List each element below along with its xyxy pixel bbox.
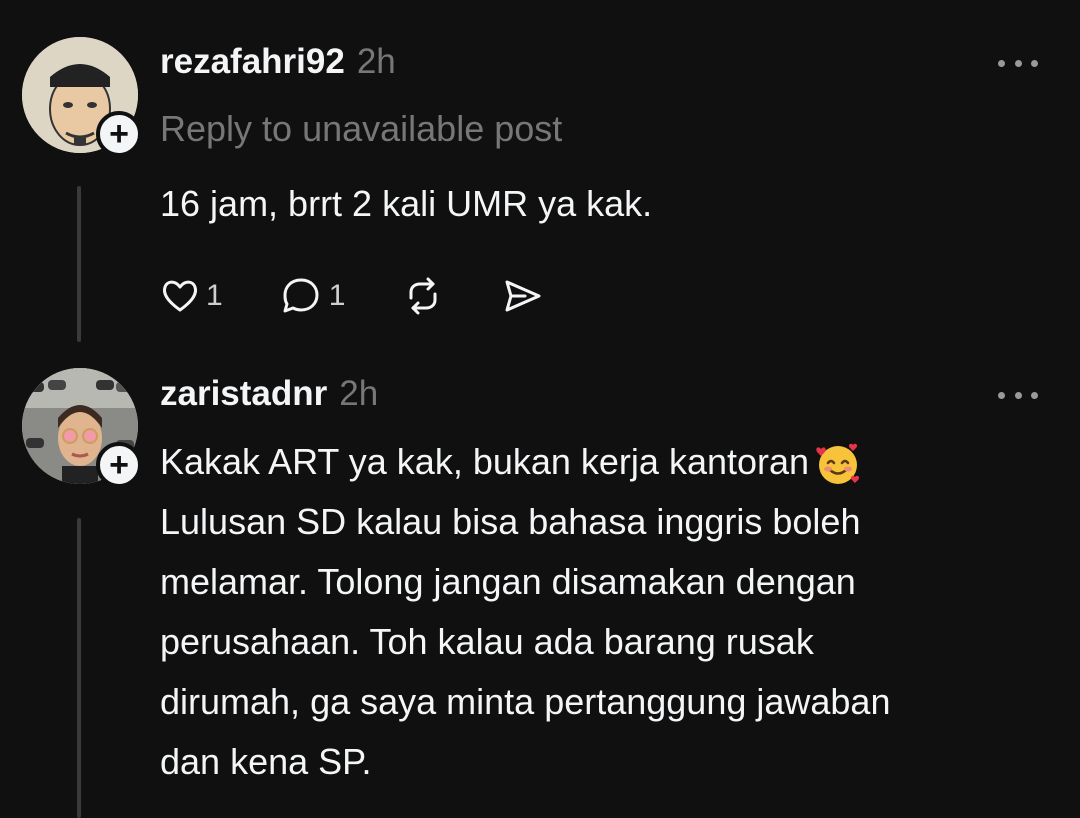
more-options-icon[interactable] (998, 388, 1038, 402)
repost-button[interactable] (401, 274, 445, 318)
avatar[interactable]: + (22, 368, 142, 488)
follow-plus-icon[interactable]: + (96, 442, 142, 488)
like-count: 1 (206, 279, 223, 312)
comment-count: 1 (328, 279, 346, 312)
post-text-line: Lulusan SD kalau bisa bahasa inggris bol… (160, 501, 861, 542)
post-zaristadnr: + zaristadnr 2h Kakak ART ya kak, bukan … (0, 360, 1080, 818)
comment-icon (283, 278, 319, 313)
username[interactable]: zaristadnr (160, 374, 327, 414)
smiling-face-with-hearts-icon (816, 444, 860, 485)
share-button[interactable] (501, 274, 545, 318)
thread-line (77, 518, 81, 818)
timestamp: 2h (339, 374, 379, 413)
post-text: Kakak ART ya kak, bukan kerja kantoran L… (160, 432, 1050, 792)
post-text-line: melamar. Tolong jangan disamakan dengan (160, 561, 856, 602)
post-text-line: dan kena SP. (160, 741, 372, 782)
post-text: 16 jam, brrt 2 kali UMR ya kak. (160, 174, 1050, 234)
post-text-line-content: Kakak ART ya kak, bukan kerja kantoran (160, 441, 810, 482)
thread-line (77, 186, 81, 342)
post-header: rezafahri92 2h (160, 42, 396, 82)
share-icon (505, 280, 541, 312)
post-text-line: perusahaan. Toh kalau ada barang rusak (160, 621, 814, 662)
reply-context[interactable]: Reply to unavailable post (160, 108, 562, 150)
more-options-icon[interactable] (998, 56, 1038, 70)
timestamp: 2h (356, 42, 396, 81)
avatar[interactable]: + (22, 37, 142, 157)
like-button[interactable]: 1 (160, 276, 223, 316)
post-rezafahri92: + rezafahri92 2h Reply to unavailable po… (0, 0, 1080, 360)
post-text-line: dirumah, ga saya minta pertanggung jawab… (160, 681, 891, 722)
comment-button[interactable]: 1 (279, 274, 346, 318)
follow-plus-icon[interactable]: + (96, 111, 142, 157)
repost-icon (409, 277, 437, 315)
post-header: zaristadnr 2h (160, 374, 378, 414)
username[interactable]: rezafahri92 (160, 42, 345, 82)
post-text-line: Kakak ART ya kak, bukan kerja kantoran (160, 432, 1050, 492)
post-text-line: 16 jam, brrt 2 kali UMR ya kak. (160, 183, 653, 224)
heart-icon (162, 280, 198, 312)
action-bar: 1 1 (160, 274, 601, 318)
